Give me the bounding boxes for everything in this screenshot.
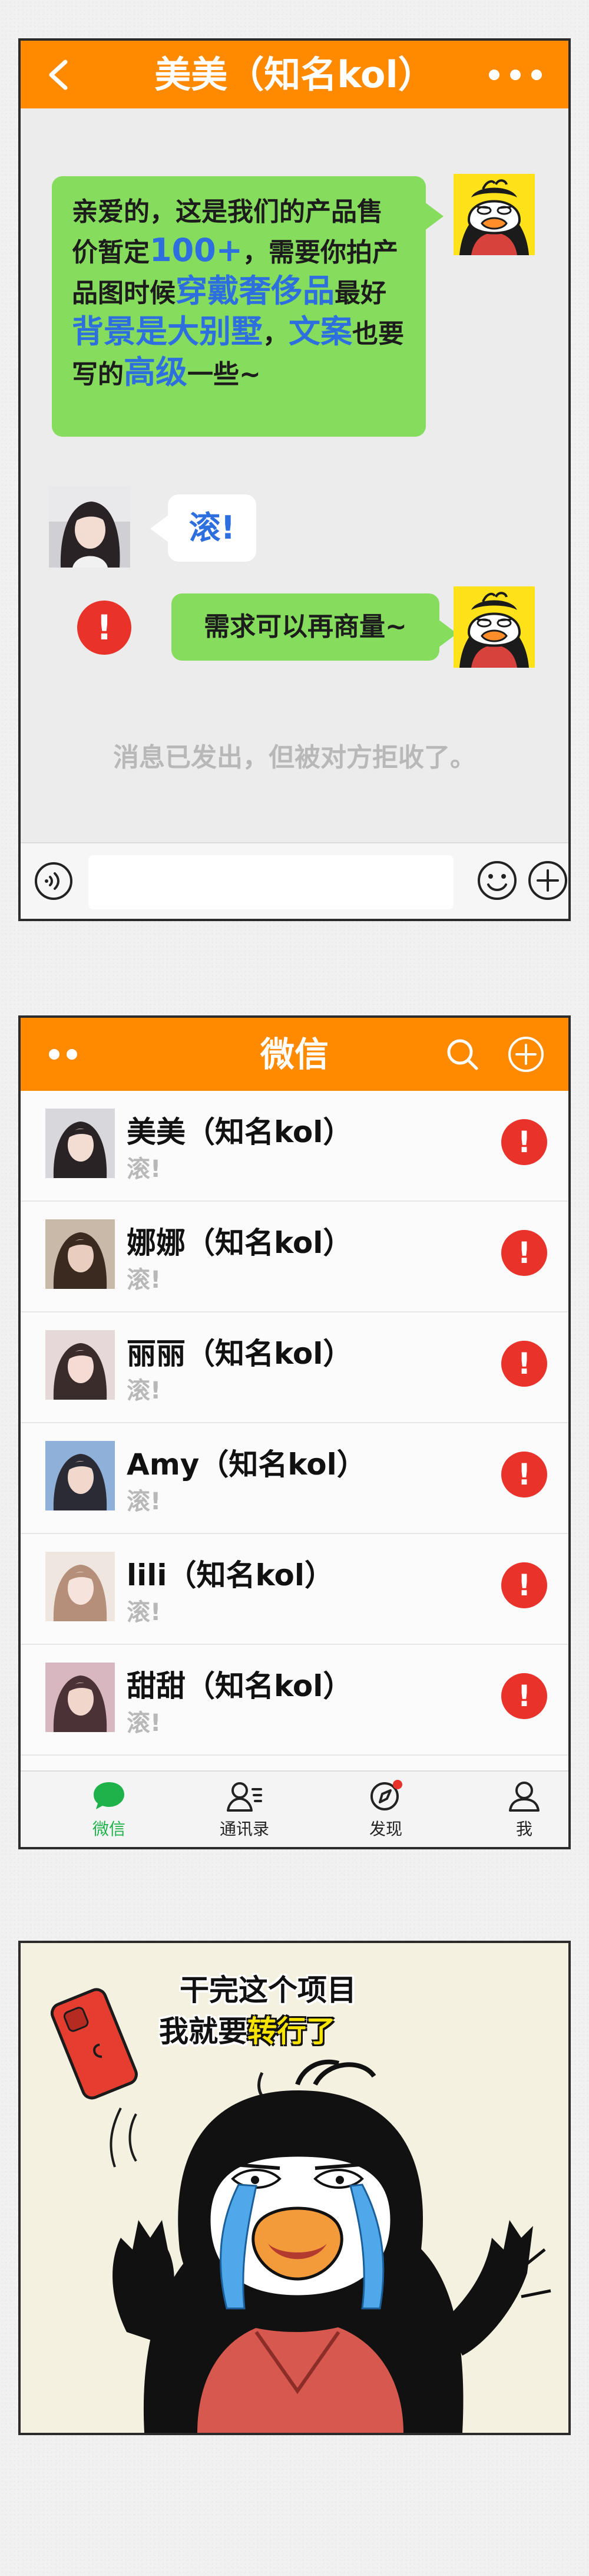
last-message: 滚! — [127, 1377, 161, 1404]
message-text-segment: 最好 — [335, 278, 386, 308]
send-failed-icon[interactable]: ! — [501, 1673, 547, 1719]
chat-bubble-icon — [94, 1782, 124, 1809]
highlighted-text: 背景是大别墅 — [72, 313, 263, 350]
send-failed-icon[interactable]: ! — [501, 1230, 547, 1276]
conversation-row[interactable]: lili（知名kol） 滚!! — [21, 1534, 568, 1645]
contact-avatar — [45, 1663, 115, 1732]
conversation-row[interactable]: 美美（知名kol） 滚!! — [21, 1091, 568, 1202]
back-arrow-icon[interactable] — [44, 58, 74, 91]
comic-caption-line-1: 干完这个项目 — [180, 1973, 356, 2007]
compass-icon — [370, 1780, 402, 1810]
person-icon — [509, 1782, 540, 1812]
contact-avatar — [45, 1109, 115, 1178]
outgoing-message-bubble[interactable]: 亲爱的，这是我们的产品售价暂定100+，需要你拍产品图时候穿戴奢侈品最好背景是大… — [52, 176, 444, 437]
comic-caption-prefix: 我就要 — [159, 2014, 247, 2049]
wechat-window: 微信 美美（知名kol） 滚!! 娜娜（知名kol） 滚!! 丽丽（知名kol） 滚!! A… — [18, 1015, 571, 1849]
contact-name: 美美（知名kol） — [127, 1115, 353, 1149]
wechat-header: 微信 — [21, 1018, 568, 1091]
contact-name: 娜娜（知名kol） — [127, 1226, 353, 1260]
notification-dot — [393, 1780, 402, 1789]
send-failed-icon[interactable]: ! — [501, 1452, 547, 1498]
voice-input-icon[interactable] — [34, 861, 74, 901]
tab-label: 发现 — [369, 1819, 402, 1839]
tab-label: 我 — [515, 1819, 532, 1839]
last-message: 滚! — [127, 1710, 161, 1737]
tab-wechat[interactable]: 微信 — [68, 1780, 150, 1845]
highlighted-text: 文案 — [289, 313, 352, 350]
chat-input-bar — [21, 842, 568, 919]
send-failed-mark: ! — [517, 1679, 531, 1713]
emoji-icon[interactable] — [477, 860, 518, 901]
outgoing-message-text-2: 需求可以再商量~ — [204, 612, 407, 642]
tab-label: 通讯录 — [219, 1819, 269, 1839]
contact-name: Amy（知名kol） — [127, 1447, 366, 1482]
chat-window: 美美（知名kol） 亲爱的，这是我们的产品售价暂定100+，需要你拍产品图时候穿… — [18, 38, 571, 921]
wechat-title: 微信 — [260, 1034, 329, 1074]
send-failed-mark: ! — [96, 608, 112, 648]
highlighted-text: 高级 — [124, 354, 187, 391]
tab-label: 微信 — [92, 1819, 125, 1839]
comic-caption-line-2: 我就要转行了 — [159, 2008, 336, 2050]
comic-caption-highlight: 转行了 — [247, 2014, 336, 2049]
more-options-icon[interactable] — [486, 64, 545, 85]
send-failed-mark: ! — [517, 1568, 531, 1602]
chat-header: 美美（知名kol） — [21, 41, 568, 108]
message-input[interactable] — [88, 855, 454, 909]
send-failed-icon[interactable]: ! — [501, 1341, 547, 1387]
conversation-row[interactable]: Amy（知名kol） 滚!! — [21, 1423, 568, 1534]
tab-discover[interactable]: 发现 — [345, 1780, 427, 1845]
last-message: 滚! — [127, 1488, 161, 1515]
sender-avatar[interactable] — [454, 174, 535, 255]
conversation-row[interactable]: 丽丽（知名kol） 滚!! — [21, 1312, 568, 1423]
last-message: 滚! — [127, 1266, 161, 1294]
last-message: 滚! — [127, 1156, 161, 1183]
send-failed-icon[interactable]: ! — [77, 601, 131, 655]
sender-avatar-2[interactable] — [454, 586, 535, 668]
highlighted-text: 100+ — [150, 232, 243, 269]
contact-avatar — [45, 1441, 115, 1510]
contact-avatar — [45, 1219, 115, 1289]
incoming-message-text: 滚! — [188, 509, 236, 546]
contact-avatar — [45, 1552, 115, 1621]
last-message: 滚! — [127, 1599, 161, 1626]
message-text-segment: 一些~ — [187, 359, 261, 390]
message-text-segment: ， — [263, 319, 289, 349]
contact-avatar[interactable] — [49, 486, 130, 568]
send-failed-mark: ! — [517, 1236, 531, 1270]
comic-panel: 干完这个项目 我就要转行了 — [18, 1941, 571, 2435]
send-failed-icon[interactable]: ! — [501, 1119, 547, 1165]
send-failed-mark: ! — [517, 1125, 531, 1159]
search-icon[interactable] — [445, 1037, 480, 1072]
contact-avatar — [45, 1330, 115, 1400]
contact-name: 甜甜（知名kol） — [127, 1669, 353, 1703]
plus-icon[interactable] — [527, 860, 568, 901]
outgoing-message-bubble-2[interactable]: 需求可以再商量~ — [171, 593, 457, 661]
contacts-icon — [227, 1782, 262, 1812]
tab-contacts[interactable]: 通讯录 — [203, 1780, 286, 1845]
send-failed-mark: ! — [517, 1457, 531, 1492]
contact-name: 丽丽（知名kol） — [127, 1337, 353, 1371]
outgoing-message-text: 亲爱的，这是我们的产品售价暂定100+，需要你拍产品图时候穿戴奢侈品最好背景是大… — [72, 197, 404, 391]
tab-me[interactable]: 我 — [483, 1780, 565, 1845]
incoming-message-bubble[interactable]: 滚! — [150, 494, 256, 562]
contact-name: lili（知名kol） — [127, 1558, 334, 1592]
system-notice: 消息已发出，但被对方拒收了。 — [113, 743, 476, 773]
add-icon[interactable] — [507, 1035, 545, 1073]
conversation-row[interactable]: 甜甜（知名kol） 滚!! — [21, 1645, 568, 1756]
send-failed-mark: ! — [517, 1347, 531, 1381]
send-failed-icon[interactable]: ! — [501, 1562, 547, 1608]
conversation-row[interactable]: 娜娜（知名kol） 滚!! — [21, 1202, 568, 1312]
highlighted-text: 穿戴奢侈品 — [176, 272, 335, 309]
bottom-tab-bar: 微信 通讯录 发现 我 — [21, 1770, 568, 1847]
